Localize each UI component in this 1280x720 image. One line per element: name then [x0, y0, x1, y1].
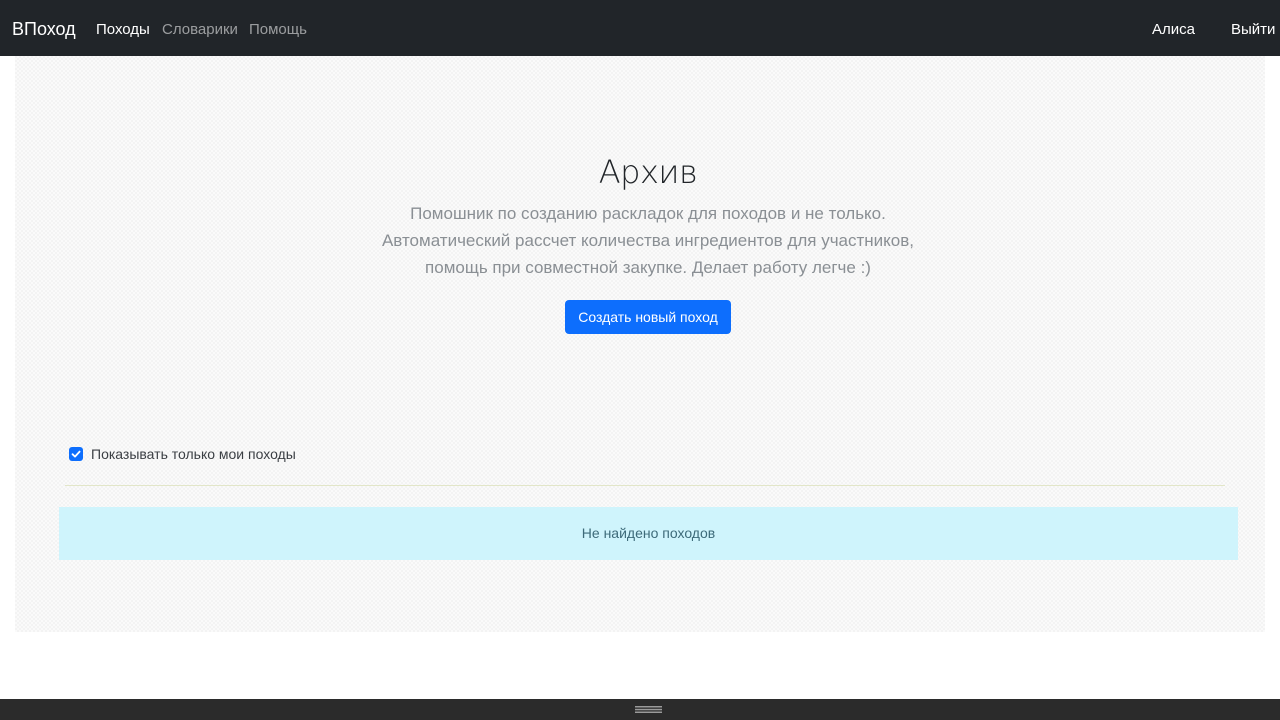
divider: [65, 485, 1225, 486]
only-mine-checkbox[interactable]: [69, 447, 83, 461]
brand-link[interactable]: ВПоход: [12, 18, 76, 40]
checkmark-icon: [71, 450, 81, 458]
bottom-resize-bar[interactable]: [0, 699, 1280, 720]
nav-link-dictionaries[interactable]: Словарики: [162, 21, 238, 39]
only-mine-filter[interactable]: Показывать только мои походы: [69, 444, 296, 464]
top-navbar: ВПоход Походы Словарики Помощь Алиса Вый…: [0, 0, 1280, 56]
user-name-link[interactable]: Алиса: [1152, 21, 1195, 39]
only-mine-label[interactable]: Показывать только мои походы: [91, 444, 296, 464]
logout-link[interactable]: Выйти: [1231, 21, 1275, 39]
page-title: Архив: [598, 153, 698, 191]
nav-link-help[interactable]: Помощь: [249, 21, 307, 39]
description-line: Автоматический рассчет количества ингред…: [381, 231, 915, 250]
description-line: помощь при совместной закупке. Делает ра…: [425, 258, 871, 277]
page-description: Помошник по созданию раскладок для поход…: [15, 200, 1280, 281]
description-line: Помошник по созданию раскладок для поход…: [410, 204, 886, 223]
main-content: Архив Помошник по созданию раскладок для…: [15, 56, 1265, 632]
nav-link-trips[interactable]: Походы: [96, 21, 150, 39]
resize-grip-icon[interactable]: [635, 706, 662, 713]
no-trips-alert: Не найдено походов: [59, 507, 1238, 560]
create-trip-button[interactable]: Создать новый поход: [565, 300, 731, 334]
